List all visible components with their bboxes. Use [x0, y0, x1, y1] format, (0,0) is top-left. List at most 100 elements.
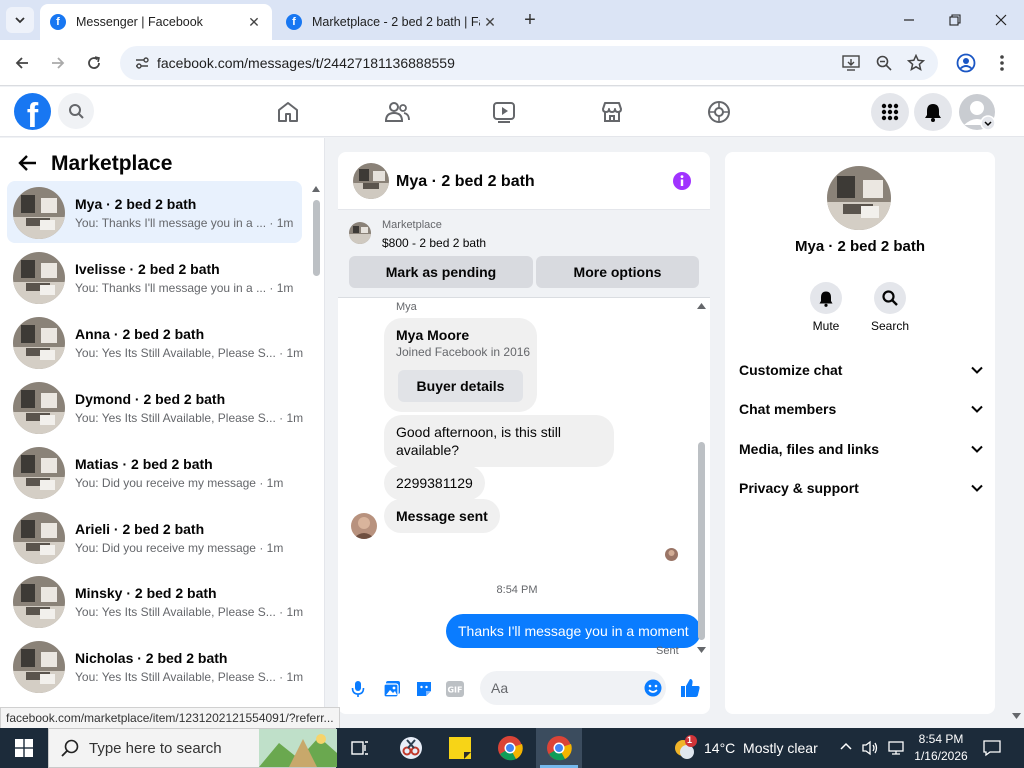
page-scroll-down[interactable] — [1012, 713, 1021, 719]
tab-title: Messenger | Facebook — [76, 15, 203, 29]
notifications-button[interactable] — [914, 93, 952, 131]
conversation-item[interactable]: Ivelisse · 2 bed 2 bath You: Thanks I'll … — [7, 246, 302, 308]
back-button[interactable] — [11, 52, 33, 74]
show-hidden-icons-button[interactable] — [840, 742, 852, 750]
clock-date[interactable]: 1/16/2026 — [913, 749, 969, 763]
browser-menu-button[interactable] — [991, 52, 1013, 74]
conversation-info-button[interactable] — [672, 171, 692, 191]
menu-button[interactable] — [871, 93, 909, 131]
groups-nav[interactable] — [707, 100, 731, 124]
account-avatar[interactable] — [958, 93, 996, 131]
conversation-item[interactable]: Minsky · 2 bed 2 bath You: Yes Its Still … — [7, 570, 303, 632]
buyer-details-button[interactable]: Buyer details — [398, 370, 523, 402]
conversation-item[interactable]: Arieli · 2 bed 2 bath You: Did you receiv… — [7, 506, 302, 568]
network-button[interactable] — [887, 739, 905, 757]
scroll-up-arrow[interactable] — [312, 186, 320, 192]
voice-clip-button[interactable] — [351, 680, 365, 698]
volume-button[interactable] — [861, 739, 879, 757]
chat-scroll-down[interactable] — [697, 647, 706, 653]
preview-time: · 1m — [259, 541, 284, 555]
more-options-button[interactable]: More options — [536, 256, 699, 288]
marketplace-listing-box: Marketplace $800 - 2 bed 2 bath Mark as … — [338, 210, 710, 298]
seen-indicator-avatar — [665, 548, 678, 561]
my-message-bubble: Thanks I'll message you in a moment — [446, 614, 701, 648]
taskbar-search-box[interactable]: Type here to search — [48, 728, 337, 768]
forward-button[interactable] — [47, 52, 69, 74]
minimize-button[interactable] — [886, 0, 932, 40]
profile-icon — [956, 53, 976, 73]
chevron-down-icon — [971, 366, 983, 374]
house-thumbnail-icon — [13, 576, 65, 628]
sticker-button[interactable] — [415, 680, 433, 698]
gif-button[interactable]: GIF — [446, 681, 464, 697]
conversation-item[interactable]: Dymond · 2 bed 2 bath You: Yes Its Still … — [7, 376, 303, 438]
preview-text: You: Did you receive my message — [75, 541, 256, 555]
close-tab-icon[interactable]: ✕ — [244, 14, 264, 31]
start-button[interactable] — [15, 739, 33, 757]
sticky-notes-app[interactable] — [446, 734, 474, 762]
svg-text:GIF: GIF — [447, 686, 462, 695]
search-button[interactable] — [58, 93, 94, 129]
close-tab-icon[interactable]: ✕ — [480, 14, 500, 31]
restore-button[interactable] — [932, 0, 978, 40]
tab-messenger[interactable]: f Messenger | Facebook ✕ — [40, 4, 272, 40]
facebook-logo-icon[interactable]: f — [14, 93, 51, 130]
search-icon — [882, 290, 898, 306]
link-status-url: facebook.com/marketplace/item/1231202121… — [0, 707, 340, 729]
tab-marketplace[interactable]: f Marketplace - 2 bed 2 bath | Fa ✕ — [276, 4, 508, 40]
message-bubble: 2299381129 — [384, 466, 485, 500]
reload-button[interactable] — [83, 52, 105, 74]
conversation-avatar — [13, 641, 65, 693]
watch-nav[interactable] — [492, 100, 516, 124]
clock-time[interactable]: 8:54 PM — [915, 732, 967, 746]
chrome-app[interactable] — [496, 734, 524, 762]
house-thumbnail-icon — [353, 163, 389, 199]
chat-scroll-up[interactable] — [697, 303, 706, 309]
friends-nav[interactable] — [384, 100, 410, 124]
marketplace-nav[interactable] — [600, 100, 624, 124]
profile-button[interactable] — [955, 52, 977, 74]
mark-as-pending-button[interactable]: Mark as pending — [349, 256, 533, 288]
privacy-support-section[interactable]: Privacy & support — [739, 476, 983, 500]
close-window-button[interactable] — [978, 0, 1024, 40]
notification-center-button[interactable] — [983, 739, 1001, 757]
conversation-item[interactable]: Anna · 2 bed 2 bath You: Yes Its Still Av… — [7, 311, 303, 373]
attach-photo-button[interactable] — [383, 680, 401, 698]
search-in-conversation-button[interactable] — [874, 282, 906, 314]
chrome-icon — [547, 736, 572, 761]
scrollbar-thumb[interactable] — [313, 200, 320, 276]
reload-icon — [88, 56, 100, 69]
chrome-app-active[interactable] — [536, 728, 582, 768]
customize-chat-section[interactable]: Customize chat — [739, 358, 983, 382]
url-text[interactable]: facebook.com/messages/t/2442718113688855… — [157, 55, 455, 71]
like-button[interactable] — [680, 678, 700, 698]
info-avatar[interactable] — [827, 166, 891, 230]
conversation-item[interactable]: Mya · 2 bed 2 bath You: Thanks I'll messa… — [7, 181, 302, 243]
listing-title[interactable]: $800 - 2 bed 2 bath — [382, 236, 486, 250]
message-composer: GIF Aa — [338, 670, 710, 714]
tab-search-button[interactable] — [6, 7, 34, 33]
chat-title[interactable]: Mya · 2 bed 2 bath — [396, 173, 535, 191]
chat-members-section[interactable]: Chat members — [739, 397, 983, 421]
message-input[interactable]: Aa — [480, 671, 666, 705]
home-nav[interactable] — [276, 100, 300, 124]
mute-button[interactable] — [810, 282, 842, 314]
sender-avatar[interactable] — [351, 513, 377, 539]
media-files-links-section[interactable]: Media, files and links — [739, 437, 983, 461]
chevron-down-icon — [15, 17, 25, 24]
conversation-item[interactable]: Nicholas · 2 bed 2 bath You: Yes Its Stil… — [7, 635, 303, 697]
back-button[interactable] — [18, 154, 38, 172]
weather-text[interactable]: 14°C Mostly clear — [704, 740, 818, 756]
conversation-item[interactable]: Matias · 2 bed 2 bath You: Did you receiv… — [7, 441, 302, 503]
arrow-left-icon — [15, 57, 28, 69]
mute-label: Mute — [812, 319, 840, 333]
minimize-icon — [904, 19, 914, 21]
weather-widget-icon[interactable]: 1 — [670, 734, 698, 762]
listing-thumbnail[interactable] — [349, 222, 371, 244]
snipping-tool-app[interactable] — [397, 734, 425, 762]
chat-scrollbar-thumb[interactable] — [698, 442, 705, 640]
chat-avatar[interactable] — [353, 163, 389, 199]
task-view-button[interactable] — [346, 734, 374, 762]
omnibox[interactable]: facebook.com/messages/t/2442718113688855… — [120, 46, 938, 80]
new-tab-button[interactable]: + — [520, 10, 540, 30]
